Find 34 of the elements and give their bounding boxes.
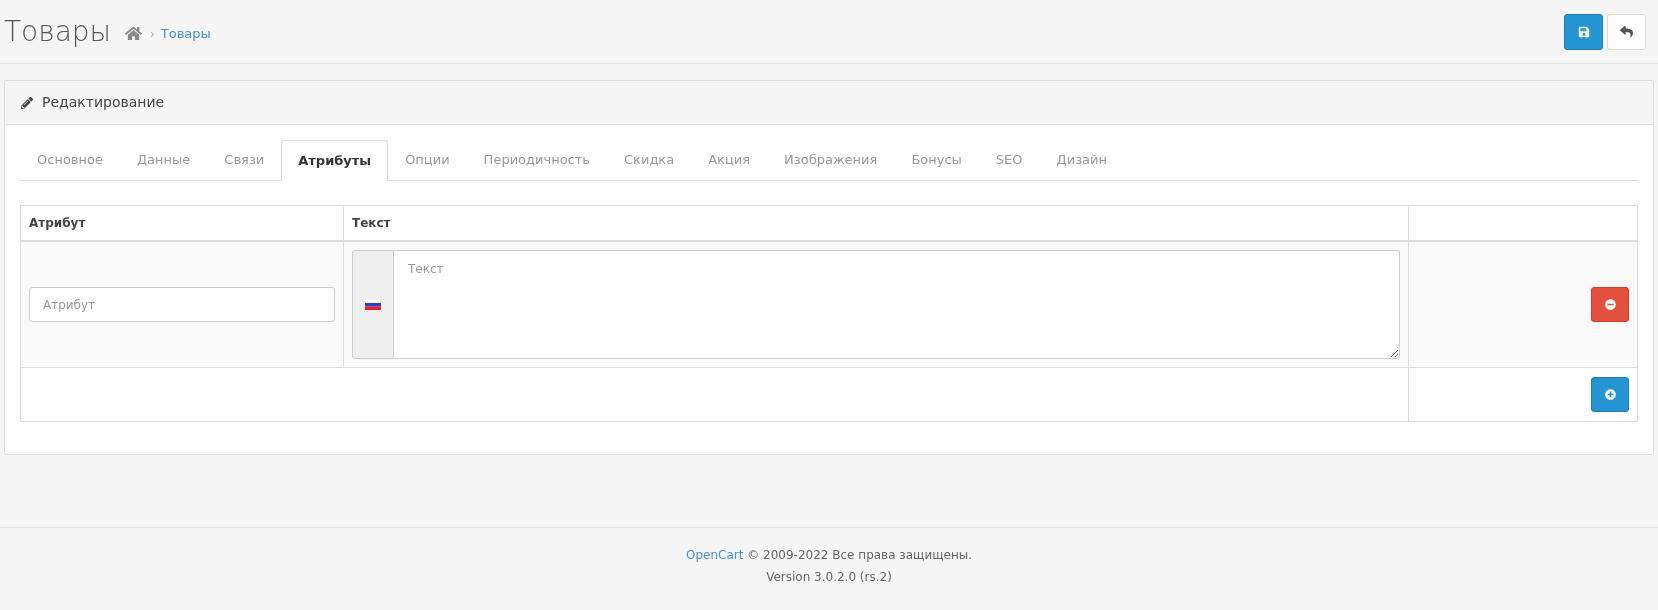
tab[interactable]: Периодичность: [466, 140, 607, 180]
tab[interactable]: Акция: [691, 140, 768, 180]
tab[interactable]: Бонусы: [894, 140, 979, 180]
tab[interactable]: Дизайн: [1039, 140, 1124, 180]
save-icon: [1577, 25, 1590, 38]
opencart-link[interactable]: OpenCart: [686, 548, 744, 562]
column-header: Атрибут: [21, 206, 344, 240]
reply-icon: [1620, 25, 1633, 38]
column-header: Текст: [344, 206, 1409, 240]
panel-title: Редактирование: [42, 93, 165, 112]
add-button[interactable]: [1591, 377, 1629, 412]
tab[interactable]: Связи: [207, 140, 282, 180]
back-button[interactable]: [1607, 13, 1646, 50]
minus-icon: [1604, 299, 1616, 310]
pencil-icon: [21, 96, 33, 109]
home-icon[interactable]: [125, 25, 142, 42]
breadcrumb-separator: ›: [150, 25, 155, 43]
tab[interactable]: Опции: [388, 140, 467, 180]
tab[interactable]: Данные: [119, 140, 208, 180]
save-button[interactable]: [1564, 13, 1603, 50]
version-text: Version 3.0.2.0 (rs.2): [766, 569, 892, 586]
page-title: Товары: [4, 17, 111, 46]
text-field[interactable]: Текст: [394, 250, 1400, 359]
attribute-field[interactable]: Атрибут: [29, 287, 335, 322]
tab[interactable]: Основное: [20, 140, 120, 180]
breadcrumb-link[interactable]: Товары: [160, 23, 211, 44]
flag-icon: [365, 299, 381, 310]
copyright-text: OpenCart © 2009-2022 Все права защищены.: [686, 547, 972, 564]
tab[interactable]: Изображения: [767, 140, 895, 180]
plus-icon: [1604, 389, 1616, 400]
tab[interactable]: Скидка: [607, 140, 692, 180]
remove-button[interactable]: [1591, 287, 1629, 322]
tab[interactable]: SEO: [978, 140, 1040, 180]
tab[interactable]: Атрибуты: [281, 140, 389, 181]
